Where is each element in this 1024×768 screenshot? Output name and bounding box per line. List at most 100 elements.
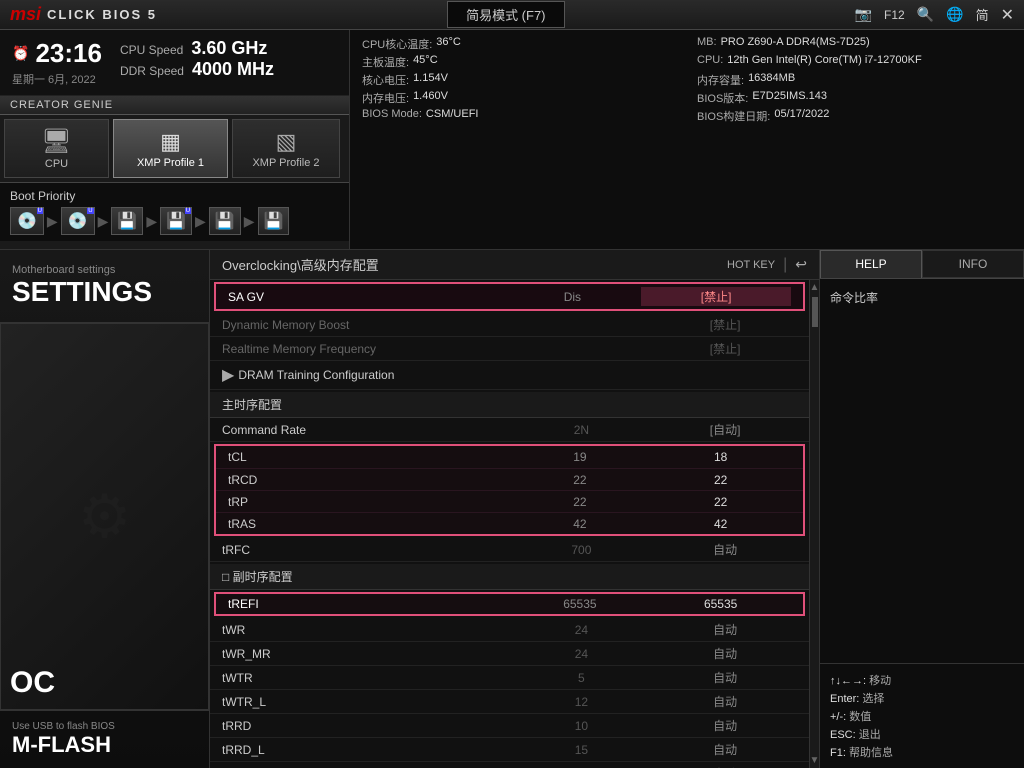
boot-device-5[interactable]: 💾 — [209, 207, 241, 235]
lang-char[interactable]: 简 — [976, 5, 989, 24]
dynamic-mem-name: Dynamic Memory Boost — [222, 318, 510, 332]
trcd-name: tRCD — [228, 473, 510, 487]
tab-info[interactable]: INFO — [922, 250, 1024, 278]
timing-group: tCL 19 18 tRCD 22 22 tRP 22 22 — [214, 444, 805, 536]
boot-device-1[interactable]: 💿U — [10, 207, 44, 235]
realtime-mem-row[interactable]: Realtime Memory Frequency [禁止] — [210, 337, 809, 361]
twtr-row[interactable]: tWTR 5 自动 — [210, 666, 809, 690]
help-content: 命令比率 — [820, 279, 1024, 663]
scroll-up-arrow[interactable]: ▲ — [810, 282, 819, 293]
dynamic-mem-row[interactable]: Dynamic Memory Boost [禁止] — [210, 313, 809, 337]
command-rate-row[interactable]: Command Rate 2N [自动] — [210, 418, 809, 442]
bios-ver-row: BIOS版本: E7D25IMS.143 — [697, 90, 1012, 106]
key-enter: Enter: 选择 — [830, 690, 1014, 706]
mb-row: MB: PRO Z690-A DDR4(MS-7D25) — [697, 36, 1012, 52]
boot-device-4[interactable]: 💾U — [160, 207, 192, 235]
key-f1: F1: 帮助信息 — [830, 744, 1014, 760]
profile-tabs: 🖥 CPU ▦ XMP Profile 1 ▧ XMP Profile 2 — [0, 115, 349, 183]
trefi-row[interactable]: tREFI 65535 65535 — [214, 592, 805, 616]
boot-device-2[interactable]: 💿U — [61, 207, 95, 235]
twtr-val: 5 — [510, 671, 654, 685]
trcd-row[interactable]: tRCD 22 22 — [216, 468, 803, 490]
twtrl-name: tWTR_L — [222, 695, 510, 709]
twr-row[interactable]: tWR 24 自动 — [210, 618, 809, 642]
trrd-row[interactable]: tRRD 10 自动 — [210, 714, 809, 738]
oc-header: Overclocking\高级内存配置 HOT KEY | ↩ — [210, 250, 819, 280]
top-region: ⏰ 23:16 星期一 6月, 2022 CPU Speed 3.60 GHz … — [0, 30, 1024, 250]
trfc-row[interactable]: tRFC 700 自动 — [210, 538, 809, 562]
time-row: ⏰ 23:16 — [12, 38, 102, 69]
bios-date-label: BIOS构建日期: — [697, 108, 770, 124]
screenshot-key[interactable]: F12 — [884, 8, 905, 22]
twtrl-row[interactable]: tWTR_L 12 自动 — [210, 690, 809, 714]
boot-device-3[interactable]: 💾 — [111, 207, 143, 235]
settings-section[interactable]: Motherboard settings SETTINGS — [0, 250, 209, 323]
sagv-row[interactable]: SA GV Dis [禁止] — [214, 282, 805, 311]
tab-xmp2[interactable]: ▧ XMP Profile 2 — [232, 119, 340, 178]
scroll-thumb[interactable] — [812, 297, 818, 327]
twrmr-row[interactable]: tWR_MR 24 自动 — [210, 642, 809, 666]
key-esc-key: ESC: — [830, 729, 856, 741]
key-move: ↑↓←→: 移动 — [830, 672, 1014, 688]
oc-section[interactable]: ⚙ OC — [0, 323, 209, 710]
close-button[interactable]: ✕ — [1001, 5, 1014, 25]
key-help-section: ↑↓←→: 移动 Enter: 选择 +/-: 数值 ESC: 退出 F1: 帮… — [820, 663, 1024, 768]
mode-label[interactable]: 简易模式 (F7) — [447, 1, 564, 28]
scrollbar[interactable]: ▲ ▼ — [809, 280, 819, 768]
bios-date-value: 05/17/2022 — [774, 108, 829, 124]
mb-label: MB: — [697, 36, 717, 52]
tcl-name: tCL — [228, 450, 510, 464]
tab-help[interactable]: HELP — [820, 250, 922, 278]
core-voltage-value: 1.154V — [413, 72, 448, 88]
tras-row[interactable]: tRAS 42 42 — [216, 512, 803, 534]
twr-name: tWR — [222, 623, 510, 637]
key-plusminus-key: +/-: — [830, 711, 846, 723]
tras-setting: 42 — [650, 517, 791, 531]
boot-device-6[interactable]: 💾 — [258, 207, 290, 235]
settings-label: Motherboard settings — [12, 264, 197, 276]
key-move-key: ↑↓←→: — [830, 675, 866, 687]
camera-icon: 📷 — [855, 6, 872, 23]
creator-genie-bar[interactable]: CREATOR GENIE — [0, 96, 349, 115]
boot-priority-section: Boot Priority 💿U ▶ 💿U ▶ 💾 ▶ 💾U ▶ 💾 ▶ 💾 — [0, 183, 349, 241]
cpu-speed-value: 3.60 GHz — [191, 38, 267, 59]
scroll-down-arrow[interactable]: ▼ — [810, 755, 819, 766]
trrdl-row[interactable]: tRRD_L 15 自动 — [210, 738, 809, 762]
back-icon[interactable]: ↩ — [795, 256, 807, 273]
mflash-section[interactable]: Use USB to flash BIOS M-FLASH — [0, 710, 209, 768]
trrd-name: tRRD — [222, 719, 510, 733]
tras-name: tRAS — [228, 517, 510, 531]
trrd-val: 10 — [510, 719, 654, 733]
cpu-speed-row: CPU Speed 3.60 GHz — [120, 38, 274, 59]
trrd-setting: 自动 — [653, 717, 797, 734]
speeds-block: CPU Speed 3.60 GHz DDR Speed 4000 MHz — [120, 38, 274, 80]
cpu-temp-value: 36°C — [436, 36, 461, 52]
board-temp-value: 45°C — [413, 54, 438, 70]
trefi-val: 65535 — [510, 597, 651, 611]
boot-arrow-3: ▶ — [146, 213, 157, 230]
top-right-controls: 📷 F12 🔍 🌐 简 ✕ — [855, 5, 1014, 25]
trp-name: tRP — [228, 495, 510, 509]
trfc-name: tRFC — [222, 543, 510, 557]
top-left-area: ⏰ 23:16 星期一 6月, 2022 CPU Speed 3.60 GHz … — [0, 30, 350, 249]
globe-icon[interactable]: 🌐 — [946, 6, 963, 23]
cpu-temp-label: CPU核心温度: — [362, 36, 432, 52]
boot-priority-label: Boot Priority — [10, 189, 339, 203]
tab-cpu[interactable]: 🖥 CPU — [4, 119, 109, 178]
trtp-row[interactable]: tRTP 12 自动 — [210, 762, 809, 768]
separator-icon: | — [783, 256, 787, 274]
twr-val: 24 — [510, 623, 654, 637]
sagv-name: SA GV — [228, 290, 504, 304]
xmp1-tab-label: XMP Profile 1 — [137, 157, 204, 169]
cpu-model-label: CPU: — [697, 54, 723, 70]
settings-title: SETTINGS — [12, 276, 197, 308]
mem-voltage-row: 内存电压: 1.460V — [362, 90, 677, 106]
tab-xmp1[interactable]: ▦ XMP Profile 1 — [113, 119, 228, 178]
oc-path: Overclocking\高级内存配置 — [222, 255, 379, 274]
zoom-icon[interactable]: 🔍 — [917, 6, 934, 23]
bios-ver-label: BIOS版本: — [697, 90, 748, 106]
key-move-desc: 移动 — [869, 675, 891, 687]
dram-training-row[interactable]: ▶ DRAM Training Configuration — [210, 361, 809, 390]
tcl-row[interactable]: tCL 19 18 — [216, 446, 803, 468]
trp-row[interactable]: tRP 22 22 — [216, 490, 803, 512]
